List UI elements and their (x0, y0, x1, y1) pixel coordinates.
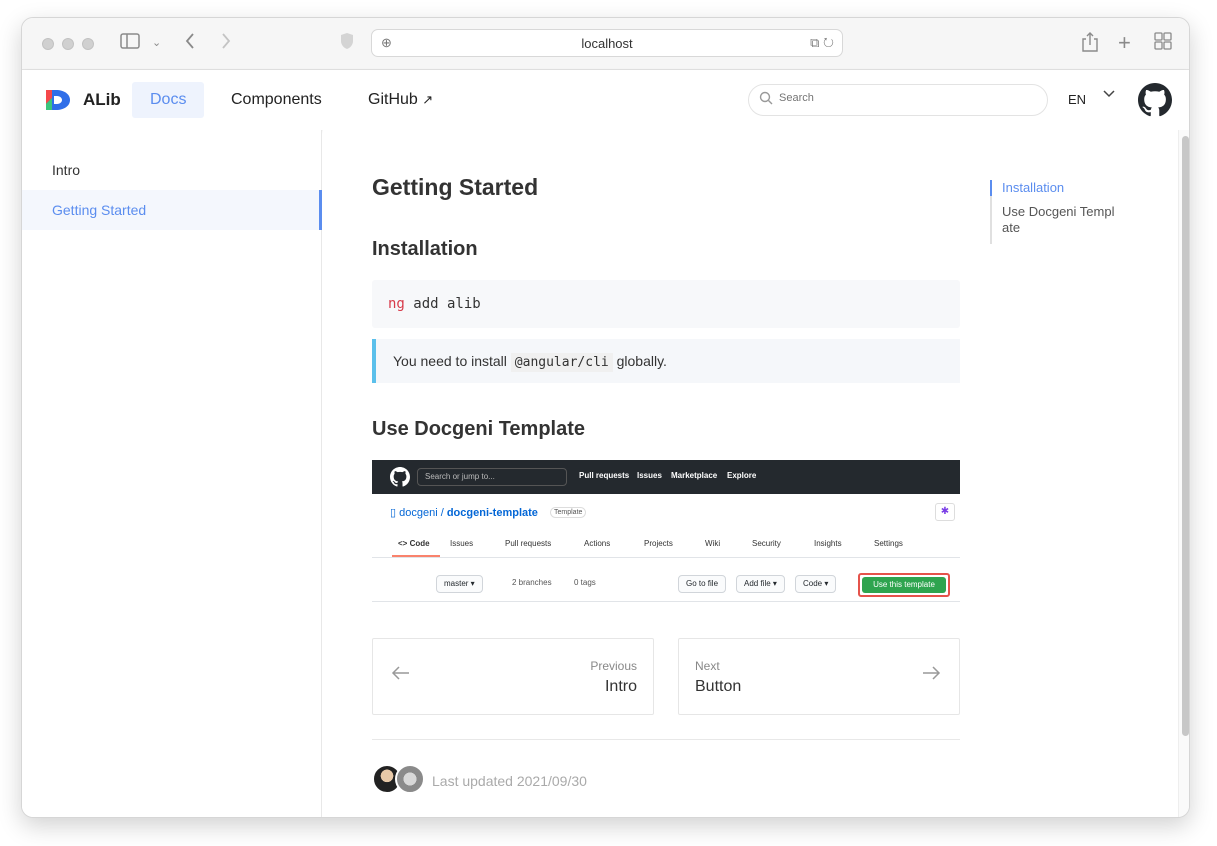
tags-count: 0 tags (574, 578, 596, 587)
footer-divider (372, 739, 960, 740)
use-template-highlight: Use this template (858, 573, 950, 597)
tab-grid-icon[interactable] (1154, 32, 1172, 55)
note-text-before: You need to install (393, 353, 511, 369)
search-input[interactable] (779, 92, 1029, 104)
alib-logo-icon[interactable] (44, 88, 72, 112)
divider (372, 601, 960, 602)
use-template-button: Use this template (862, 577, 946, 593)
code-text: add alib (404, 296, 481, 312)
previous-label: Previous (590, 659, 637, 673)
doc-content: Getting Started Installation ng add alib… (323, 130, 1178, 817)
github-icon[interactable] (1138, 83, 1172, 117)
next-label: Next (695, 659, 720, 673)
template-badge: Template (550, 507, 587, 518)
arrow-right-icon (921, 663, 941, 689)
docs-sidebar: Intro Getting Started (22, 130, 322, 817)
code-keyword: ng (388, 296, 405, 312)
url-text: localhost (581, 36, 633, 51)
add-file-button: Add file ▾ (736, 575, 785, 593)
search-box[interactable] (748, 84, 1048, 116)
github-template-screenshot: Search or jump to... Pull requests Issue… (372, 460, 960, 603)
repo-tab: Issues (450, 539, 474, 548)
code-button: Code ▾ (795, 575, 837, 593)
repo-tab: <> Code (398, 539, 430, 548)
note-text-after: globally. (612, 353, 667, 369)
github-link: Pull requests (579, 471, 630, 480)
browser-toolbar: ⌄ ⊕ localhost ⧉ ↻ + (22, 18, 1189, 70)
page-title: Getting Started (372, 174, 539, 200)
nav-github[interactable]: GitHub ↗ (350, 82, 451, 118)
repo-tab: Wiki (705, 539, 721, 548)
code-block: ng add alib (372, 280, 960, 328)
address-bar[interactable]: ⊕ localhost ⧉ ↻ (371, 29, 843, 57)
external-link-icon: ↗ (422, 92, 434, 107)
nav-components[interactable]: Components (213, 82, 340, 118)
repo-name: docgeni-template (446, 507, 538, 519)
share-icon[interactable] (1082, 32, 1098, 57)
previous-page-link[interactable]: Previous Intro (372, 638, 654, 715)
repo-tab: Pull requests (505, 539, 552, 548)
repo-path: ▯ docgeni / docgeni-template (390, 507, 538, 519)
contributor-avatar[interactable] (395, 764, 425, 794)
chevron-down-icon[interactable]: ⌄ (152, 32, 161, 54)
template-heading: Use Docgeni Template (372, 418, 586, 440)
repo-owner: docgeni (399, 507, 438, 519)
github-link: Explore (727, 471, 757, 480)
shield-icon[interactable] (340, 32, 354, 55)
previous-title: Intro (604, 678, 637, 695)
sparkle-icon: ✱ (935, 503, 955, 521)
go-to-file-button: Go to file (678, 575, 727, 593)
github-search: Search or jump to... (417, 468, 567, 486)
repo-tab: Projects (644, 539, 673, 548)
nav-docs[interactable]: Docs (132, 82, 205, 118)
next-title: Button (695, 678, 742, 695)
plus-icon[interactable]: + (1118, 32, 1131, 54)
next-page-link[interactable]: Next Button (678, 638, 960, 715)
minimize-window-button[interactable] (62, 38, 74, 50)
arrow-left-icon (391, 663, 411, 689)
sidebar-toggle-icon[interactable] (120, 32, 140, 55)
branches-count: 2 branches (512, 578, 552, 587)
repo-tab: Insights (814, 539, 842, 548)
github-topbar: Search or jump to... Pull requests Issue… (372, 460, 960, 494)
repo-tab: Settings (874, 539, 903, 548)
divider (372, 557, 960, 558)
sidebar-item-intro[interactable]: Intro (22, 150, 322, 190)
nav-github-label: GitHub (368, 91, 418, 108)
branch-select: master ▾ (436, 575, 483, 593)
repo-tab: Actions (584, 539, 611, 548)
table-of-contents: Installation Use Docgeni Templ ate (990, 180, 1130, 244)
toc-item-template[interactable]: Use Docgeni Templ ate (992, 204, 1130, 236)
forward-arrow-icon[interactable] (220, 32, 232, 55)
scrollbar-thumb[interactable] (1182, 136, 1189, 736)
browser-window: ⌄ ⊕ localhost ⧉ ↻ + ALib Docs Components… (21, 17, 1190, 818)
chevron-down-icon[interactable] (1102, 86, 1116, 105)
note-code: @angular/cli (510, 353, 613, 372)
installation-heading: Installation (372, 238, 478, 260)
site-header: ALib Docs Components GitHub ↗ EN (22, 70, 1189, 130)
repo-tab: Security (752, 539, 781, 548)
sidebar-item-getting-started[interactable]: Getting Started (22, 190, 322, 230)
brand-name[interactable]: ALib (83, 90, 121, 110)
note-callout: You need to install @angular/cli globall… (372, 339, 960, 383)
reload-icon[interactable]: ⧉ ↻ (810, 35, 834, 51)
close-window-button[interactable] (42, 38, 54, 50)
github-icon (390, 467, 410, 487)
github-link: Marketplace (671, 471, 718, 480)
back-arrow-icon[interactable] (184, 32, 196, 55)
page-scrollbar[interactable] (1178, 130, 1189, 817)
last-updated: Last updated 2021/09/30 (432, 773, 587, 789)
zoom-window-button[interactable] (82, 38, 94, 50)
search-icon (759, 91, 773, 109)
toc-item-installation[interactable]: Installation (990, 180, 1130, 196)
language-selector[interactable]: EN (1068, 92, 1086, 107)
github-link: Issues (637, 471, 662, 480)
